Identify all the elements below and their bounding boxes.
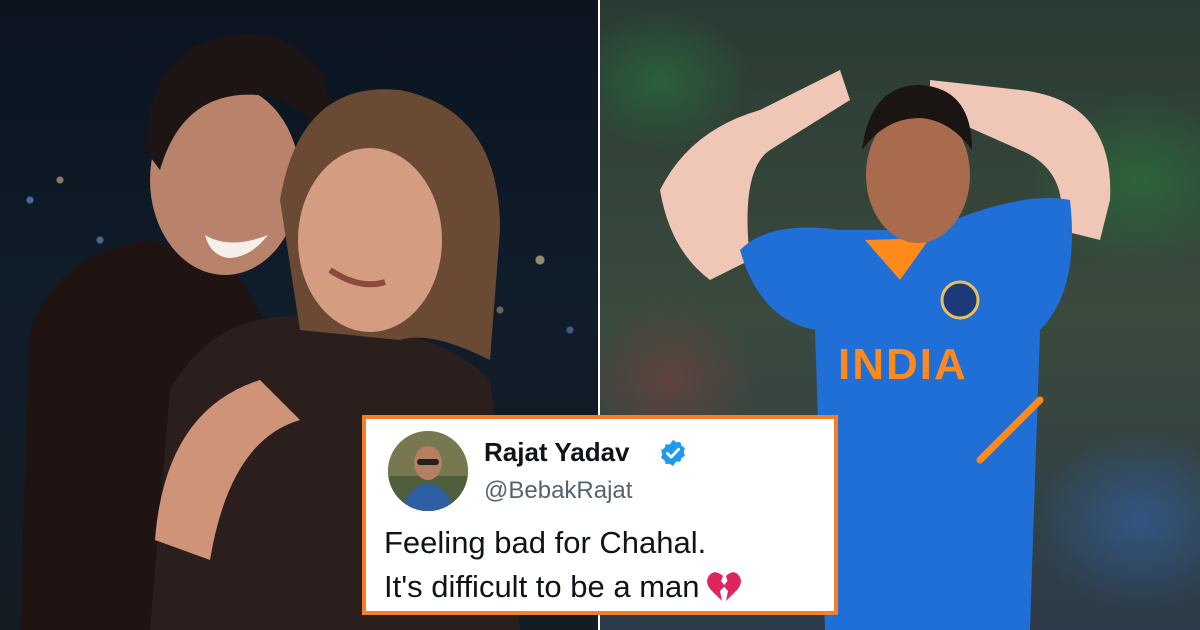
user-handle[interactable]: @BebakRajat <box>484 477 632 505</box>
avatar-image <box>388 431 468 511</box>
tweet-text-line-1: Feeling bad for Chahal. <box>384 525 707 560</box>
display-name[interactable]: Rajat Yadav <box>484 437 630 468</box>
tweet-text-line-2-wrap: It's difficult to be a man <box>384 565 824 609</box>
composite-image: INDIA Rajat Yadav @BebakRajat Feeling ba… <box>0 0 1200 630</box>
jersey-text: INDIA <box>838 340 968 389</box>
tweet-card[interactable]: Rajat Yadav @BebakRajat Feeling bad for … <box>362 415 838 615</box>
tweet-text-line-2: It's difficult to be a man <box>384 569 700 604</box>
verified-badge-icon <box>661 439 685 467</box>
tweet-text: Feeling bad for Chahal. It's difficult t… <box>384 521 824 609</box>
broken-heart-icon <box>706 572 741 601</box>
avatar[interactable] <box>388 431 468 511</box>
